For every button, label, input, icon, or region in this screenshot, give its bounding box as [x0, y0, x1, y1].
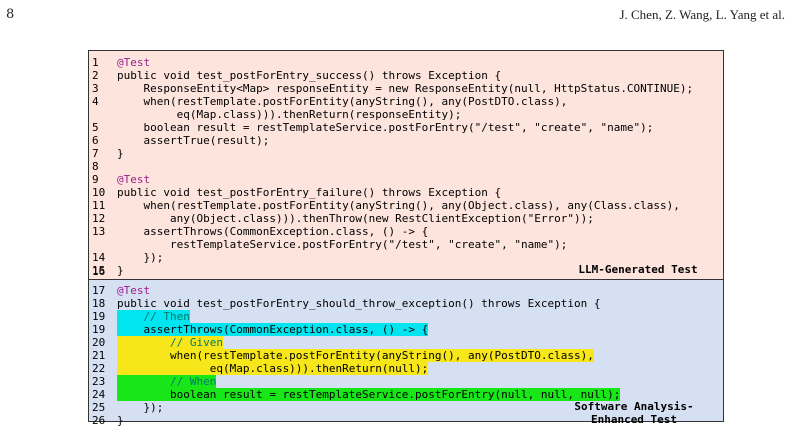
line-number: 26 — [92, 414, 106, 427]
code-line: 12 any(Object.class))).thenThrow(new Res… — [89, 212, 723, 225]
code-line: 19 // Then — [89, 310, 723, 323]
given-comment: // Given — [117, 336, 223, 349]
line-number: 3 — [92, 82, 99, 95]
code-line: 4 when(restTemplate.postForEntity(anyStr… — [89, 95, 723, 108]
line-number: 11 — [92, 199, 106, 212]
code-text: @Test — [117, 56, 151, 69]
line-number: 19 — [92, 310, 106, 323]
line-number: 10 — [92, 186, 106, 199]
running-head: J. Chen, Z. Wang, L. Yang et al. — [619, 7, 785, 22]
then-highlighted-statement: assertThrows(CommonException.class, () -… — [117, 323, 429, 336]
code-text: assertThrows(CommonException.class, () -… — [117, 225, 429, 238]
line-number: 4 — [92, 95, 99, 108]
code-text: assertThrows(CommonException.class, () -… — [117, 323, 429, 336]
line-number: 18 — [92, 297, 106, 310]
line-number: 13 — [92, 225, 106, 238]
code-line: 9 @Test — [89, 173, 723, 186]
line-number: 5 — [92, 121, 99, 134]
code-text: when(restTemplate.postForEntity(anyStrin… — [117, 95, 568, 108]
code-text: when(restTemplate.postForEntity(anyStrin… — [117, 199, 680, 212]
line-number: 25 — [92, 401, 106, 414]
code-text: } — [117, 147, 124, 160]
code-line: 22 eq(Map.class))).thenReturn(null); — [89, 362, 723, 375]
given-highlighted-statement: when(restTemplate.postForEntity(anyStrin… — [117, 349, 594, 362]
when-comment: // When — [117, 375, 217, 388]
line-number: 8 — [92, 160, 99, 173]
code-text: restTemplateService.postForEntry("/test"… — [117, 238, 568, 251]
line-number: 21 — [92, 349, 106, 362]
line-number: 19 — [92, 323, 106, 336]
then-comment: // Then — [117, 310, 190, 323]
code-text: any(Object.class))).thenThrow(new RestCl… — [117, 212, 594, 225]
when-highlighted-statement: boolean result = restTemplateService.pos… — [117, 388, 621, 401]
line-number: 14 — [92, 251, 106, 264]
code-line: 23 // When — [89, 375, 723, 388]
given-highlighted-statement: eq(Map.class))).thenReturn(null); — [117, 362, 429, 375]
software-analysis-enhanced-test-section: 17 @Test 18 public void test_postForEntry_… — [89, 279, 723, 427]
code-line: 8 — [89, 160, 723, 173]
code-text: when(restTemplate.postForEntity(anyStrin… — [117, 349, 594, 362]
line-number: 17 — [92, 284, 106, 297]
code-line: 20 // Given — [89, 336, 723, 349]
llm-generated-test-label: LLM-Generated Test — [578, 263, 698, 276]
code-text: @Test — [117, 173, 151, 186]
code-line: 21 when(restTemplate.postForEntity(anySt… — [89, 349, 723, 362]
line-number: 20 — [92, 336, 106, 349]
code-line: 18 public void test_postForEntry_should_t… — [89, 297, 723, 310]
code-text: }); — [117, 251, 164, 264]
code-text: eq(Map.class))).thenReturn(responseEntit… — [117, 108, 462, 121]
page-number: 8 — [6, 7, 15, 22]
code-text: // Given — [117, 336, 223, 349]
llm-generated-test-section: 1 @Test 2 public void test_postForEntry_su… — [89, 51, 723, 279]
line-number: 2 — [92, 69, 99, 82]
software-analysis-enhanced-test-label: Software Analysis- Enhanced Test — [559, 400, 709, 426]
line-number: 22 — [92, 362, 106, 375]
code-listing-figure: 1 @Test 2 public void test_postForEntry_su… — [88, 50, 724, 427]
code-text: assertTrue(result); — [117, 134, 270, 147]
code-line: eq(Map.class))).thenReturn(responseEntit… — [89, 108, 723, 121]
line-number: 12 — [92, 212, 106, 225]
code-line: 2 public void test_postForEntry_success()… — [89, 69, 723, 82]
label-line-2: Enhanced Test — [590, 413, 678, 426]
line-number: 9 — [92, 173, 99, 186]
code-line: 6 assertTrue(result); — [89, 134, 723, 147]
code-line: 5 boolean result = restTemplateService.p… — [89, 121, 723, 134]
code-text: boolean result = restTemplateService.pos… — [117, 388, 621, 401]
code-text: public void test_postForEntry_should_thr… — [117, 297, 601, 310]
line-number: 23 — [92, 375, 106, 388]
code-text: @Test — [117, 284, 151, 297]
code-line: 1 @Test — [89, 56, 723, 69]
line-number: 24 — [92, 388, 106, 401]
line-number: 6 — [92, 134, 99, 147]
code-text: // When — [117, 375, 217, 388]
code-text: }); — [117, 401, 164, 414]
code-line: 19 assertThrows(CommonException.class, (… — [89, 323, 723, 336]
line-number: 1 — [92, 56, 99, 69]
code-text: eq(Map.class))).thenReturn(null); — [117, 362, 429, 375]
code-line: 17 @Test — [89, 284, 723, 297]
label-line-1: Software Analysis- — [574, 400, 694, 413]
code-line: 7} — [89, 147, 723, 160]
line-number: 16 — [92, 265, 106, 278]
code-text: } — [117, 414, 124, 427]
line-number: 7 — [92, 147, 99, 160]
code-line: 11 when(restTemplate.postForEntity(anySt… — [89, 199, 723, 212]
code-text: ResponseEntity<Map> responseEntity = new… — [117, 82, 694, 95]
code-line: 10 public void test_postForEntry_failure(… — [89, 186, 723, 199]
code-line: 3 ResponseEntity<Map> responseEntity = n… — [89, 82, 723, 95]
code-text: // Then — [117, 310, 190, 323]
code-text: boolean result = restTemplateService.pos… — [117, 121, 654, 134]
code-text: public void test_postForEntry_failure() … — [117, 186, 502, 199]
code-line: restTemplateService.postForEntry("/test"… — [89, 238, 723, 251]
code-line: 13 assertThrows(CommonException.class, (… — [89, 225, 723, 238]
code-text: public void test_postForEntry_success() … — [117, 69, 502, 82]
